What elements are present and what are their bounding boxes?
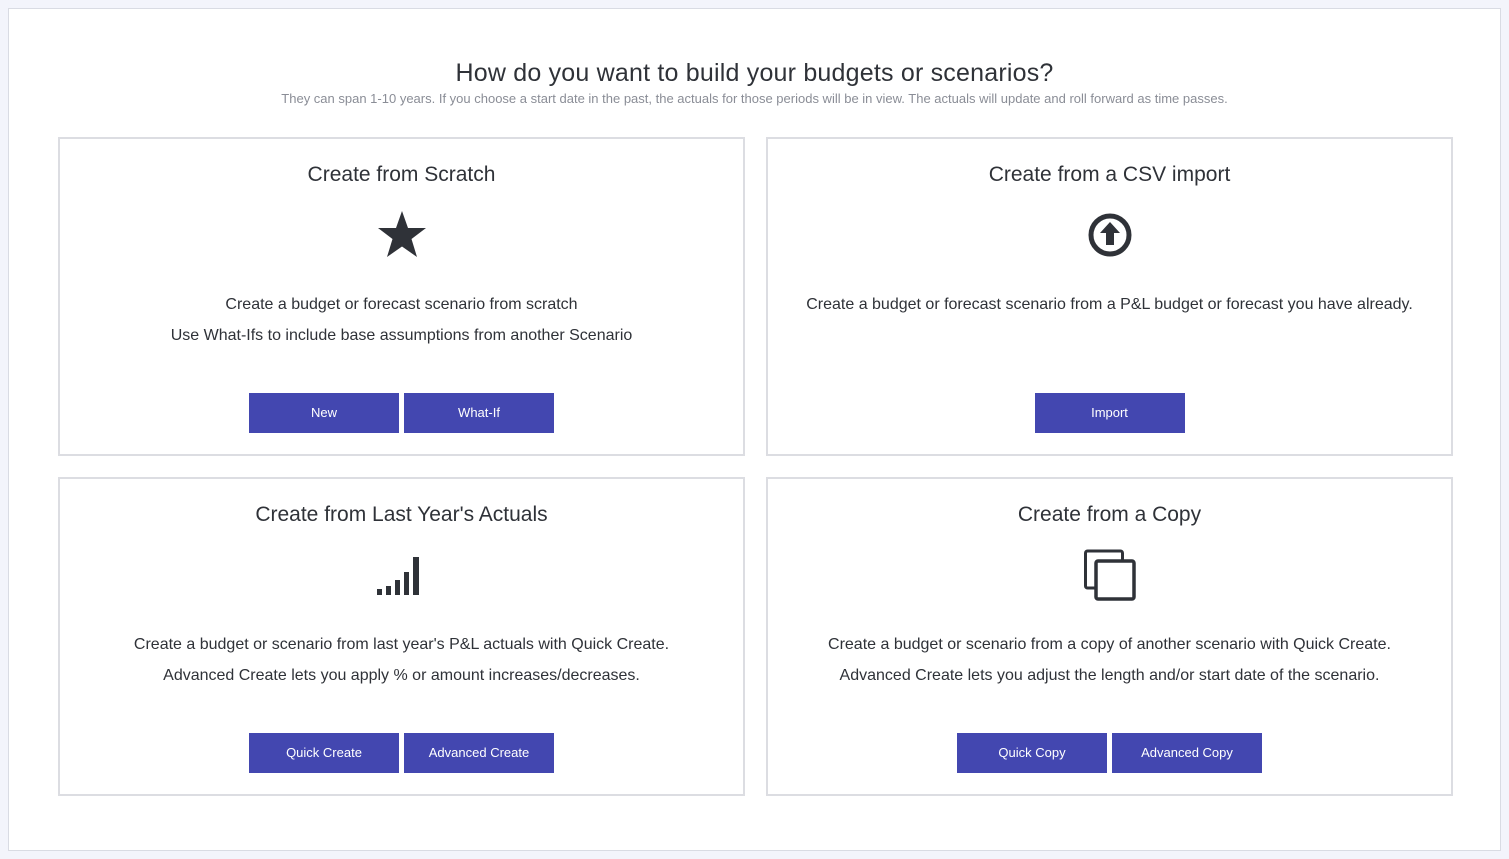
scratch-card-actions: New What-If [60,393,743,433]
page-subtitle: They can span 1-10 years. If you choose … [281,91,1228,106]
page-title: How do you want to build your budgets or… [455,59,1054,87]
csv-import-card: Create from a CSV import Create a budget… [766,137,1453,456]
csv-card-title: Create from a CSV import [988,163,1231,186]
advanced-create-button[interactable]: Advanced Create [404,733,554,773]
copy-card-actions: Quick Copy Advanced Copy [768,733,1451,773]
quick-create-button[interactable]: Quick Create [249,733,399,773]
csv-card-description: Create a budget or forecast scenario fro… [806,296,1413,313]
copy-card-advanced-description: Advanced Create lets you adjust the leng… [839,667,1380,684]
copy-icon [1083,549,1136,601]
signal-bars-icon [376,549,428,601]
actuals-card-description: Create a budget or scenario from last ye… [133,636,670,653]
create-scenario-panel: How do you want to build your budgets or… [8,8,1501,851]
quick-copy-button[interactable]: Quick Copy [957,733,1107,773]
upload-arrow-circle-icon [1084,209,1136,261]
actuals-card-advanced-description: Advanced Create lets you apply % or amou… [163,667,640,684]
scratch-card-description: Create a budget or forecast scenario fro… [225,296,578,313]
scratch-card-whatif-description: Use What-Ifs to include base assumptions… [170,327,633,344]
import-button[interactable]: Import [1034,393,1185,433]
actuals-card-title: Create from Last Year's Actuals [255,503,548,526]
scratch-card-title: Create from Scratch [307,163,496,186]
copy-card: Create from a Copy Create a budget or sc… [766,477,1453,796]
copy-card-description: Create a budget or scenario from a copy … [828,636,1391,653]
scratch-card: Create from Scratch Create a budget or f… [58,137,745,456]
advanced-copy-button[interactable]: Advanced Copy [1112,733,1262,773]
new-button[interactable]: New [249,393,399,433]
copy-card-title: Create from a Copy [1017,503,1202,526]
what-if-button[interactable]: What-If [404,393,554,433]
actuals-card-actions: Quick Create Advanced Create [60,733,743,773]
actuals-card: Create from Last Year's Actuals Create a… [58,477,745,796]
star-icon [376,209,428,261]
csv-card-actions: Import [768,393,1451,433]
